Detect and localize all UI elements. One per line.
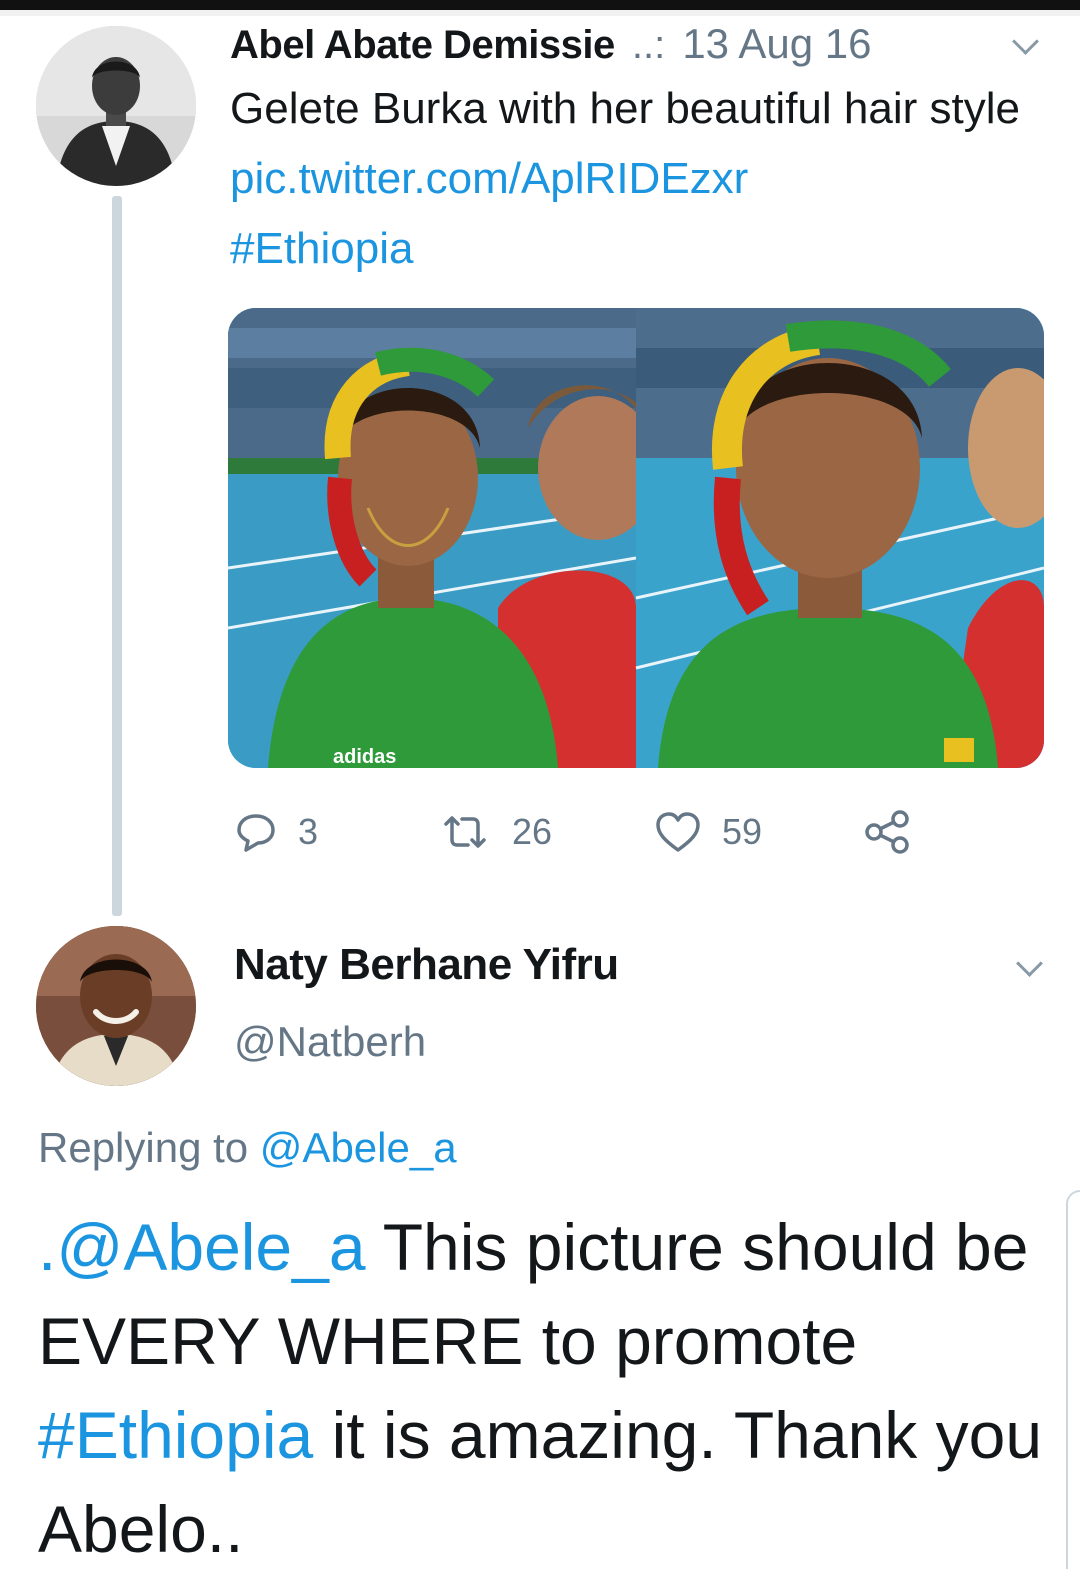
- header-separator: ..:: [631, 23, 666, 67]
- retweet-button[interactable]: 26: [438, 802, 552, 862]
- tweet-date[interactable]: 13 Aug 16: [682, 20, 871, 67]
- body-hashtag[interactable]: #Ethiopia: [38, 1398, 313, 1472]
- body-mention[interactable]: .@Abele_a: [38, 1210, 366, 1284]
- next-card-edge: [1066, 1190, 1080, 1569]
- tweet-hashtag[interactable]: #Ethiopia: [230, 224, 413, 273]
- replying-prefix: Replying to: [38, 1124, 249, 1171]
- replying-handle[interactable]: @Abele_a: [260, 1124, 457, 1171]
- tweet-media-image[interactable]: adidas: [228, 308, 1044, 768]
- tweet-action-bar: 3 26 59: [0, 802, 1080, 862]
- tweet-text-plain: Gelete Burka with her beautiful hair sty…: [230, 84, 1020, 133]
- avatar[interactable]: [36, 926, 196, 1086]
- tweet-media-link[interactable]: pic.twitter.com/AplRIDEzxr: [230, 154, 748, 203]
- top-divider: [0, 10, 1080, 16]
- author-name[interactable]: Naty Berhane Yifru: [234, 940, 619, 990]
- athlete-photo: adidas: [228, 308, 1044, 768]
- replying-to-line: Replying to @Abele_a: [38, 1124, 457, 1172]
- brand-logo-text: adidas: [333, 746, 396, 768]
- chevron-down-icon[interactable]: [1016, 950, 1043, 977]
- reply-button[interactable]: 3: [234, 802, 318, 862]
- like-icon: [656, 812, 700, 852]
- like-count: 59: [722, 811, 763, 852]
- avatar-photo-abel: [36, 26, 196, 186]
- retweet-icon: [444, 816, 486, 848]
- reply-icon: [237, 814, 275, 852]
- share-icon: [865, 810, 909, 854]
- reply-tweet-text: .@Abele_a This picture should be EVERY W…: [38, 1200, 1048, 1576]
- avatar[interactable]: [36, 26, 196, 186]
- share-button[interactable]: [862, 802, 932, 862]
- reply-count: 3: [298, 811, 319, 852]
- tweet-header: Abel Abate Demissie ..: 13 Aug 16: [230, 18, 872, 71]
- author-handle[interactable]: @Natberh: [234, 1018, 426, 1066]
- chevron-down-icon[interactable]: [1012, 28, 1039, 55]
- like-button[interactable]: 59: [654, 802, 762, 862]
- author-name[interactable]: Abel Abate Demissie: [230, 23, 615, 67]
- top-status-bar: [0, 0, 1080, 10]
- retweet-count: 26: [512, 811, 553, 852]
- avatar-photo-naty: [36, 926, 196, 1086]
- tweet-text: Gelete Burka with her beautiful hair sty…: [230, 74, 1030, 284]
